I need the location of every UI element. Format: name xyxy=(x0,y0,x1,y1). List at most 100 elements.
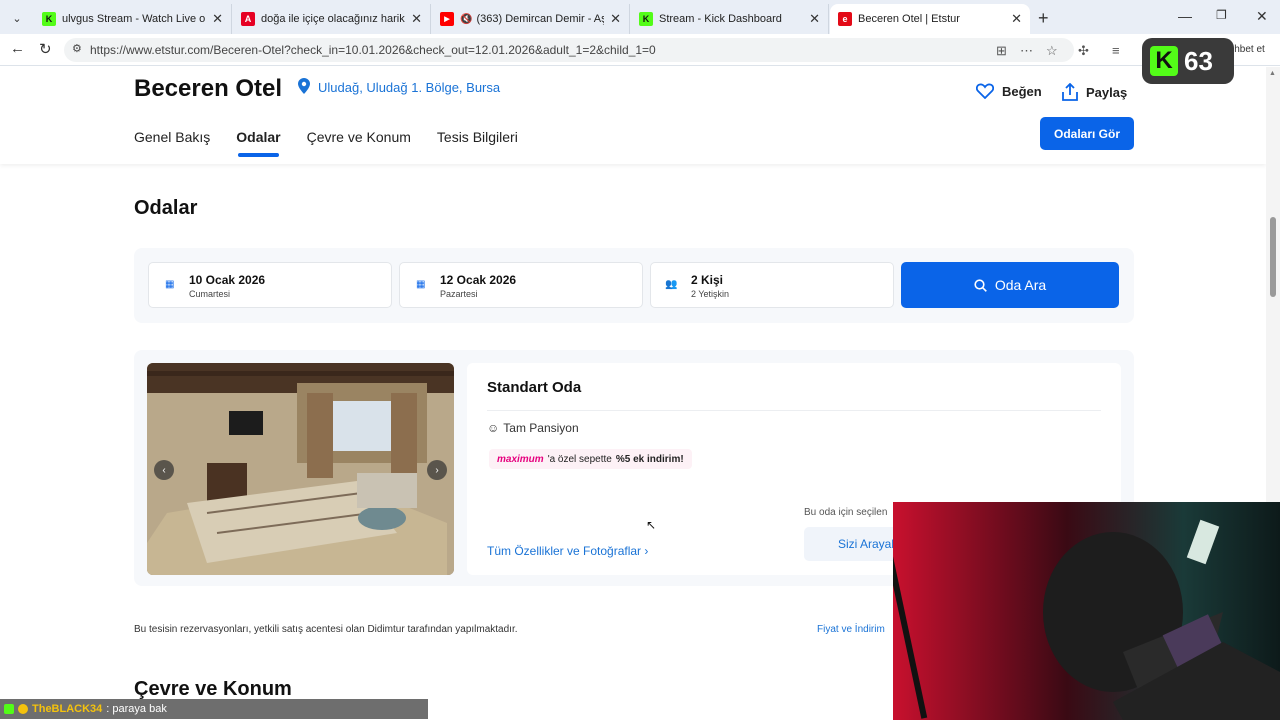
browser-tab-active[interactable]: e Beceren Otel | Etstur ✕ xyxy=(830,4,1030,34)
chevron-right-icon: › xyxy=(644,544,649,558)
room-photo[interactable]: ‹ › xyxy=(147,363,454,575)
hotel-nav-tabs: Genel Bakış Odalar Çevre ve Konum Tesis … xyxy=(134,129,518,157)
like-button[interactable]: Beğen xyxy=(976,83,1042,99)
browser-tab[interactable]: K Stream - Kick Dashboard ✕ xyxy=(631,4,829,34)
see-rooms-button[interactable]: Odaları Gör xyxy=(1040,117,1134,150)
tab-list-dropdown-icon[interactable]: ⌄ xyxy=(6,7,28,29)
promo-badge: maximum 'a özel sepette %5 ek indirim! xyxy=(489,449,692,469)
price-discount-link[interactable]: Fiyat ve İndirim xyxy=(817,624,885,635)
badge-number: 63 xyxy=(1184,45,1213,76)
search-icon xyxy=(974,278,987,292)
promo-discount: %5 ek indirim! xyxy=(615,453,684,465)
maximize-icon[interactable]: ❐ xyxy=(1216,8,1227,22)
tab-surroundings[interactable]: Çevre ve Konum xyxy=(307,129,411,157)
browser-tab[interactable]: A doğa ile içiçe olacağınız harika bir ✕ xyxy=(233,4,431,34)
checkout-day: Pazartesi xyxy=(440,289,478,299)
close-tab-icon[interactable]: ✕ xyxy=(1011,11,1022,27)
tab-facility-info[interactable]: Tesis Bilgileri xyxy=(437,129,518,157)
apps-icon[interactable]: ⊞ xyxy=(996,43,1007,59)
webcam-overlay xyxy=(893,502,1280,720)
reload-icon[interactable]: ↻ xyxy=(39,40,52,58)
checkin-day: Cumartesi xyxy=(189,289,231,299)
new-tab-icon[interactable]: + xyxy=(1038,8,1049,29)
browser-tab-bar: ⌄ K ulvgus Stream - Watch Live on Kick ✕… xyxy=(0,0,1280,34)
favorites-icon[interactable]: ≡ xyxy=(1112,43,1120,58)
checkout-date-field[interactable]: ▦ 12 Ocak 2026 Pazartesi xyxy=(399,262,643,308)
maximum-logo: maximum xyxy=(497,453,544,465)
board-label: Tam Pansiyon xyxy=(503,421,579,435)
photo-prev-icon[interactable]: ‹ xyxy=(154,460,174,480)
bookmark-star-icon[interactable]: ☆ xyxy=(1046,43,1058,59)
tab-rooms[interactable]: Odalar xyxy=(236,129,281,157)
tab-label: (363) Demircan Demir - Aşkın xyxy=(476,13,604,25)
address-toolbar: ← ↻ ⚙ https://www.etstur.com/Beceren-Ote… xyxy=(0,34,1280,66)
etstur-favicon-icon: e xyxy=(838,12,852,26)
close-tab-icon[interactable]: ✕ xyxy=(610,11,621,27)
tab-label: doğa ile içiçe olacağınız harika bir xyxy=(261,13,405,25)
guests-field[interactable]: 👥 2 Kişi 2 Yetişkin xyxy=(650,262,894,308)
room-search-panel: ▦ 10 Ocak 2026 Cumartesi ▦ 12 Ocak 2026 … xyxy=(134,248,1134,323)
checkin-date-field[interactable]: ▦ 10 Ocak 2026 Cumartesi xyxy=(148,262,392,308)
checkin-date: 10 Ocak 2026 xyxy=(189,273,266,287)
photo-next-icon[interactable]: › xyxy=(427,460,447,480)
close-window-icon[interactable]: ✕ xyxy=(1256,8,1268,25)
like-label: Beğen xyxy=(1002,83,1042,99)
kick-favicon-icon: K xyxy=(42,12,56,26)
share-button[interactable]: Paylaş xyxy=(1062,83,1127,101)
all-features-link[interactable]: Tüm Özellikler ve Fotoğraflar › xyxy=(487,544,648,558)
url-text: https://www.etstur.com/Beceren-Otel?chec… xyxy=(90,43,656,57)
kick-favicon-icon: K xyxy=(639,12,653,26)
chat-badge-icon xyxy=(18,704,28,714)
checkout-date: 12 Ocak 2026 xyxy=(440,273,517,287)
browser-tab[interactable]: K ulvgus Stream - Watch Live on Kick ✕ xyxy=(34,4,232,34)
minimize-icon[interactable]: — xyxy=(1178,8,1192,24)
mouse-cursor-icon: ↖ xyxy=(646,518,657,532)
calendar-icon: ▦ xyxy=(416,279,426,290)
hotel-header: Beceren Otel Uludağ, Uludağ 1. Bölge, Bu… xyxy=(0,67,1266,164)
share-label: Paylaş xyxy=(1086,84,1128,100)
all-features-label: Tüm Özellikler ve Fotoğraflar xyxy=(487,544,642,558)
browser-tab[interactable]: ▶ 🔇 (363) Demircan Demir - Aşkın ✕ xyxy=(432,4,630,34)
tab-overview[interactable]: Genel Bakış xyxy=(134,129,210,157)
close-tab-icon[interactable]: ✕ xyxy=(809,11,820,27)
surroundings-section-title: Çevre ve Konum xyxy=(134,678,292,700)
scroll-up-icon[interactable]: ▲ xyxy=(1269,70,1276,77)
url-field[interactable]: ⚙ https://www.etstur.com/Beceren-Otel?ch… xyxy=(64,38,1074,62)
board-type: ☺ Tam Pansiyon xyxy=(487,421,579,435)
webcam-image xyxy=(893,502,1280,720)
kick-follower-badge: K 63 xyxy=(1142,38,1234,84)
site-info-icon[interactable]: ⚙ xyxy=(72,42,82,55)
room-name: Standart Oda xyxy=(487,379,582,396)
rooms-section-title: Odalar xyxy=(134,197,198,219)
close-tab-icon[interactable]: ✕ xyxy=(411,11,422,27)
kick-logo-icon: K xyxy=(1150,46,1178,76)
site-favicon-icon: A xyxy=(241,12,255,26)
room-photo-image xyxy=(147,363,454,575)
scrollbar-thumb[interactable] xyxy=(1270,217,1276,297)
search-button-label: Oda Ara xyxy=(994,277,1047,293)
more-icon[interactable]: ⋯ xyxy=(1020,43,1033,59)
location-pin-icon xyxy=(298,78,310,94)
agency-disclaimer: Bu tesisin rezervasyonları, yetkili satı… xyxy=(134,624,518,635)
tab-label: Stream - Kick Dashboard xyxy=(659,13,782,25)
promo-text: 'a özel sepette xyxy=(547,453,612,465)
close-tab-icon[interactable]: ✕ xyxy=(212,11,223,27)
back-arrow-icon[interactable]: ← xyxy=(10,40,25,57)
calendar-icon: ▦ xyxy=(165,279,175,290)
chat-username: TheBLACK34 xyxy=(32,703,103,715)
search-rooms-button[interactable]: Oda Ara xyxy=(901,262,1119,308)
selected-note: Bu oda için seçilen xyxy=(804,507,888,518)
chat-badge-icon xyxy=(4,704,14,714)
hotel-location-link[interactable]: Uludağ, Uludağ 1. Bölge, Bursa xyxy=(318,80,500,95)
meal-plan-icon: ☺ xyxy=(487,421,500,435)
chat-message: : paraya bak xyxy=(106,703,167,715)
divider xyxy=(487,410,1101,411)
muted-speaker-icon[interactable]: 🔇 xyxy=(460,14,472,25)
guest-count: 2 Kişi xyxy=(691,273,724,287)
share-icon xyxy=(1062,83,1078,101)
stream-chat-message: TheBLACK34 : paraya bak xyxy=(0,699,428,719)
tab-label: ulvgus Stream - Watch Live on Kick xyxy=(62,13,206,25)
people-icon: 👥 xyxy=(665,279,678,290)
extensions-icon[interactable]: ✣ xyxy=(1078,43,1089,59)
tab-label: Beceren Otel | Etstur xyxy=(858,13,960,25)
